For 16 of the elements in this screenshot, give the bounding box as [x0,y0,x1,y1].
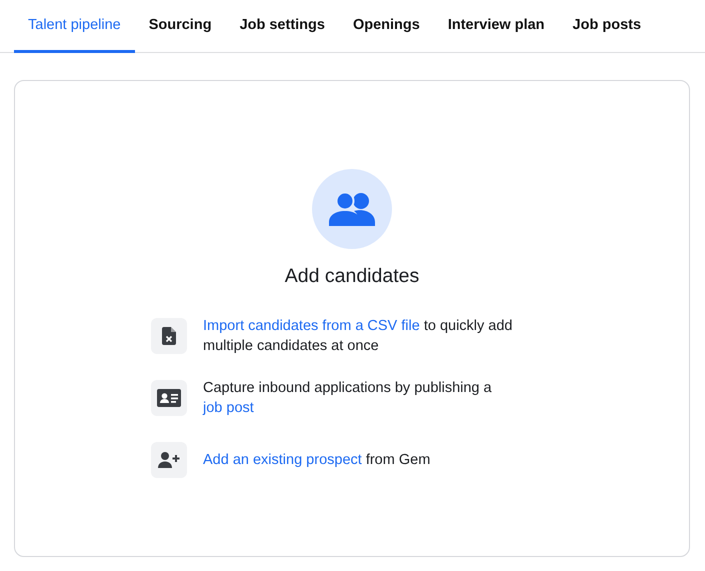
option-text: Import candidates from a CSV file to quickly add multiple candidates at once [203,317,514,356]
link[interactable]: Import candidates from a CSV file [203,318,420,334]
file-icon [162,327,176,345]
link[interactable]: job post [203,400,254,416]
option-text: Capture inbound applications by publishing a job post [203,379,493,418]
empty-state-title: Add candidates [284,265,420,288]
option-text: Add an existing prospect from Gem [203,451,432,470]
tab[interactable]: Sourcing [134,0,226,53]
tab[interactable]: Job settings [226,0,339,53]
tab[interactable]: Talent pipeline [14,0,135,53]
tab[interactable]: Openings [338,0,434,53]
add-person-icon [158,452,180,468]
id-card-icon [157,389,181,407]
tab[interactable]: Interview plan [434,0,559,53]
tab[interactable]: Job posts [558,0,656,53]
link[interactable]: Add an existing prospect [203,452,362,468]
